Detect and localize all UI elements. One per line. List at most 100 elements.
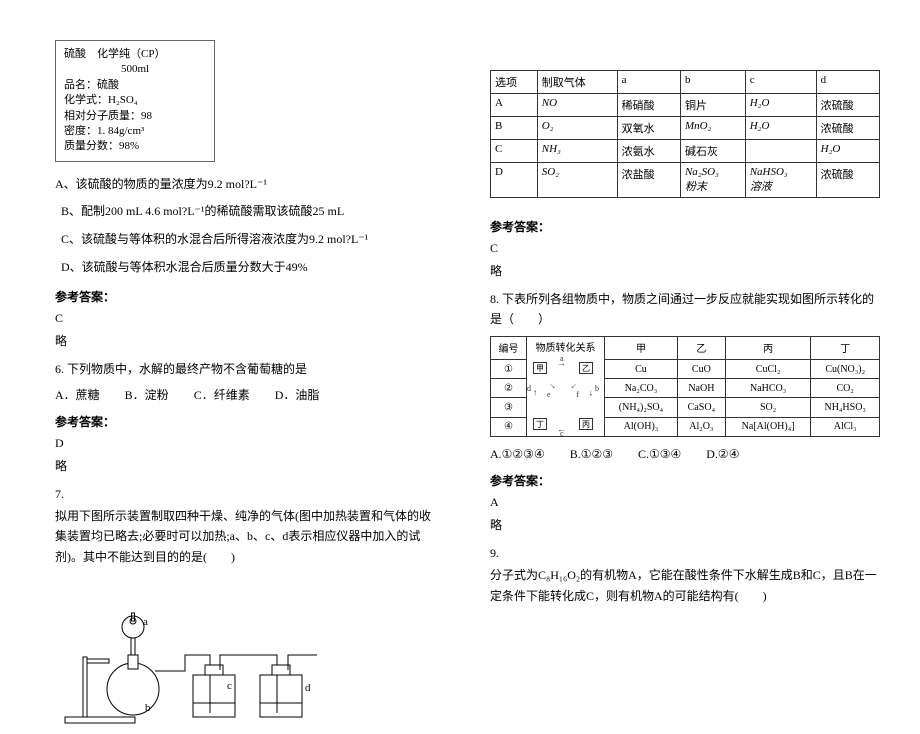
apparatus-diagram: a b c d [55,585,345,730]
q8-answer: A [490,495,880,510]
td: SO₂ [537,163,617,198]
q8-option-d: D.②④ [706,447,739,462]
td: Al₂O₃ [677,417,725,436]
td: ① [491,360,527,379]
lbl-d: d [527,384,531,393]
td: A [491,94,538,117]
q6-option-b: B．淀粉 [125,386,169,403]
answer-heading: 参考答案： [490,218,880,235]
td: D [491,163,538,198]
th-diagram: 物质转化关系 甲 乙 丁 丙 → a → b ← c → d → e ← [527,336,605,436]
q6-option-a: A．蔗糖 [55,386,100,403]
table-row: D SO₂ 浓盐酸 Na₂SO₃ 粉末 NaHSO₃ 溶液 浓硫酸 [491,163,880,198]
answer-heading: 参考答案： [55,413,435,430]
th-a: a [617,71,680,94]
td: NaHCO₃ [725,379,811,398]
th-b: b [680,71,745,94]
label-line: 化学式：H₂SO₄ [64,93,206,108]
label-line: 品名：硫酸 [64,78,206,93]
q8-table: 编号 物质转化关系 甲 乙 丁 丙 → a → b ← c → d → [490,336,880,437]
td: H₂O [816,140,879,163]
td: Cu [605,360,678,379]
td: NaOH [677,379,725,398]
td: NH₄HSO₃ [811,398,880,417]
td: NO [537,94,617,117]
right-column: 选项 制取气体 a b c d A NO 稀硝酸 铜片 H₂O 浓硫酸 B O₂… [490,70,880,612]
th-gas: 制取气体 [537,71,617,94]
td: NaHSO₃ 溶液 [745,163,816,198]
label-line: 硫酸 化学纯（CP） [64,47,206,62]
q6-skip: 略 [55,457,435,474]
label-line: 密度：1. 84g/cm³ [64,124,206,139]
transform-diagram: 甲 乙 丁 丙 → a → b ← c → d → e ← f [527,356,599,436]
td: CaSO₄ [677,398,725,417]
td: SO₂ [725,398,811,417]
td: O₂ [537,117,617,140]
q5-answer: C [55,311,435,326]
td: CuO [677,360,725,379]
q5-option-d: D、该硫酸与等体积水混合后质量分数大于49% [61,257,435,279]
q6-option-d: D．油脂 [275,386,320,403]
label-a: a [143,616,148,628]
td: Cu(NO₃)₂ [811,360,880,379]
answer-heading: 参考答案： [55,288,435,305]
td [745,140,816,163]
box-ding: 丁 [533,418,547,430]
q5-option-c: C、该硫酸与等体积的水混合后所得溶液浓度为9.2 mol?L⁻¹ [61,229,435,251]
q8-skip: 略 [490,516,880,533]
label-line: 相对分子质量：98 [64,109,206,124]
td: 浓硫酸 [816,117,879,140]
th-d: d [816,71,879,94]
td: C [491,140,538,163]
q8-option-c: C.①③④ [638,447,681,462]
box-bing: 丙 [579,418,593,430]
th: 乙 [677,336,725,359]
td: 碱石灰 [680,140,745,163]
td: 浓盐酸 [617,163,680,198]
q6-option-c: C．纤维素 [194,386,250,403]
q6-options: A．蔗糖 B．淀粉 C．纤维素 D．油脂 [55,386,435,403]
td: 铜片 [680,94,745,117]
q9-text: 分子式为C₈H₁₆O₂的有机物A，它能在酸性条件下水解生成B和C，且B在一定条件… [490,565,880,606]
q6-answer: D [55,436,435,451]
q5-skip: 略 [55,332,435,349]
label-line: 质量分数：98% [64,139,206,154]
td: CuCl₂ [725,360,811,379]
table-row: B O₂ 双氧水 MnO₂ H₂O 浓硫酸 [491,117,880,140]
q7-text: 拟用下图所示装置制取四种干燥、纯净的气体(图中加热装置和气体的收集装置均已略去;… [55,506,435,567]
td: ③ [491,398,527,417]
td: ④ [491,417,527,436]
q7-number: 7. [55,484,435,504]
td: 浓硫酸 [816,163,879,198]
td: Na₂SO₃ 粉末 [680,163,745,198]
q8-option-b: B.①②③ [570,447,613,462]
q8-option-a: A.①②③④ [490,447,545,462]
q8-options: A.①②③④ B.①②③ C.①③④ D.②④ [490,447,880,462]
table-header-row: 编号 物质转化关系 甲 乙 丁 丙 → a → b ← c → d → [491,336,880,359]
td: AlCl₃ [811,417,880,436]
box-yi: 乙 [579,362,593,374]
lbl-b: b [595,384,599,393]
q7-skip: 略 [490,262,880,279]
td: MnO₂ [680,117,745,140]
td: Na[Al(OH)₄] [725,417,811,436]
lbl-c: c [560,429,564,438]
td: H₂O [745,117,816,140]
td: ② [491,379,527,398]
td: B [491,117,538,140]
lbl-e: e [547,390,551,399]
td: 浓氨水 [617,140,680,163]
td: H₂O [745,94,816,117]
lbl-f: f [576,390,579,399]
label-d: d [305,682,311,694]
th: 甲 [605,336,678,359]
gas-table: 选项 制取气体 a b c d A NO 稀硝酸 铜片 H₂O 浓硫酸 B O₂… [490,70,880,198]
th: 丙 [725,336,811,359]
table-row: C NH₃ 浓氨水 碱石灰 H₂O [491,140,880,163]
td: (NH₄)₂SO₄ [605,398,678,417]
reagent-label-box: 硫酸 化学纯（CP） 500ml 品名：硫酸 化学式：H₂SO₄ 相对分子质量：… [55,40,215,162]
label-b: b [145,702,151,714]
th-c: c [745,71,816,94]
td: 浓硫酸 [816,94,879,117]
q5-option-a: A、该硫酸的物质的量浓度为9.2 mol?L⁻¹ [55,174,435,196]
